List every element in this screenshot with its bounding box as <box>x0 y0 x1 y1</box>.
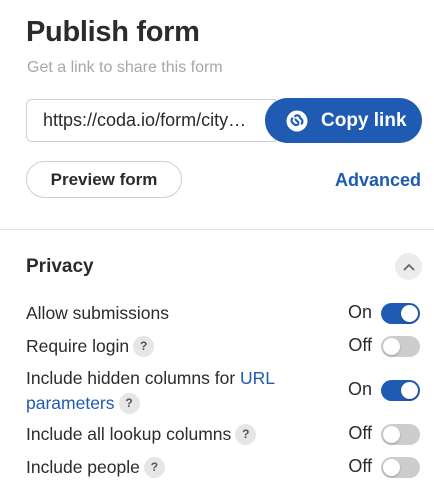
setting-state: On <box>347 379 372 399</box>
setting-row-include-people: Include people? Off <box>26 455 420 480</box>
advanced-link[interactable]: Advanced <box>335 170 421 191</box>
setting-label: Include hidden columns for <box>26 368 241 388</box>
preview-form-button[interactable]: Preview form <box>26 161 182 198</box>
privacy-section-title: Privacy <box>26 256 94 277</box>
help-icon[interactable]: ? <box>235 423 257 445</box>
help-icon[interactable]: ? <box>143 456 165 478</box>
setting-row-include-lookup-columns: Include all lookup columns? Off <box>26 422 420 447</box>
setting-label: Include people <box>26 457 140 477</box>
help-icon[interactable]: ? <box>118 392 140 414</box>
setting-state: Off <box>348 456 372 476</box>
copy-link-label: Copy link <box>321 109 407 131</box>
setting-state: Off <box>348 423 372 443</box>
page-title: Publish form <box>26 16 200 48</box>
require-login-toggle[interactable] <box>381 336 420 357</box>
toggle-knob <box>383 426 400 443</box>
setting-row-allow-submissions: Allow submissions On <box>26 301 420 326</box>
chevron-up-icon <box>403 263 415 271</box>
toggle-knob <box>401 382 418 399</box>
allow-submissions-toggle[interactable] <box>381 303 420 324</box>
setting-row-require-login: Require login? Off <box>26 334 420 359</box>
include-lookup-columns-toggle[interactable] <box>381 424 420 445</box>
share-url-field[interactable]: https://coda.io/form/city… <box>26 99 276 142</box>
setting-label: Include all lookup columns <box>26 424 232 444</box>
section-divider <box>0 229 434 230</box>
link-globe-icon <box>285 109 309 133</box>
setting-state: Off <box>348 335 372 355</box>
page-subtitle: Get a link to share this form <box>27 59 223 76</box>
toggle-knob <box>401 305 418 322</box>
preview-form-label: Preview form <box>50 169 158 189</box>
toggle-knob <box>383 459 400 476</box>
setting-row-include-hidden-columns: Include hidden columns for URL parameter… <box>26 366 420 416</box>
help-icon[interactable]: ? <box>133 335 155 357</box>
setting-label: Allow submissions <box>26 303 169 323</box>
share-url-text: https://coda.io/form/city… <box>43 110 247 130</box>
copy-link-button[interactable]: Copy link <box>265 98 422 143</box>
include-hidden-columns-toggle[interactable] <box>381 380 420 401</box>
privacy-collapse-button[interactable] <box>395 253 422 280</box>
setting-label: Require login <box>26 336 130 356</box>
toggle-knob <box>383 338 400 355</box>
setting-state: On <box>347 302 372 322</box>
include-people-toggle[interactable] <box>381 457 420 478</box>
